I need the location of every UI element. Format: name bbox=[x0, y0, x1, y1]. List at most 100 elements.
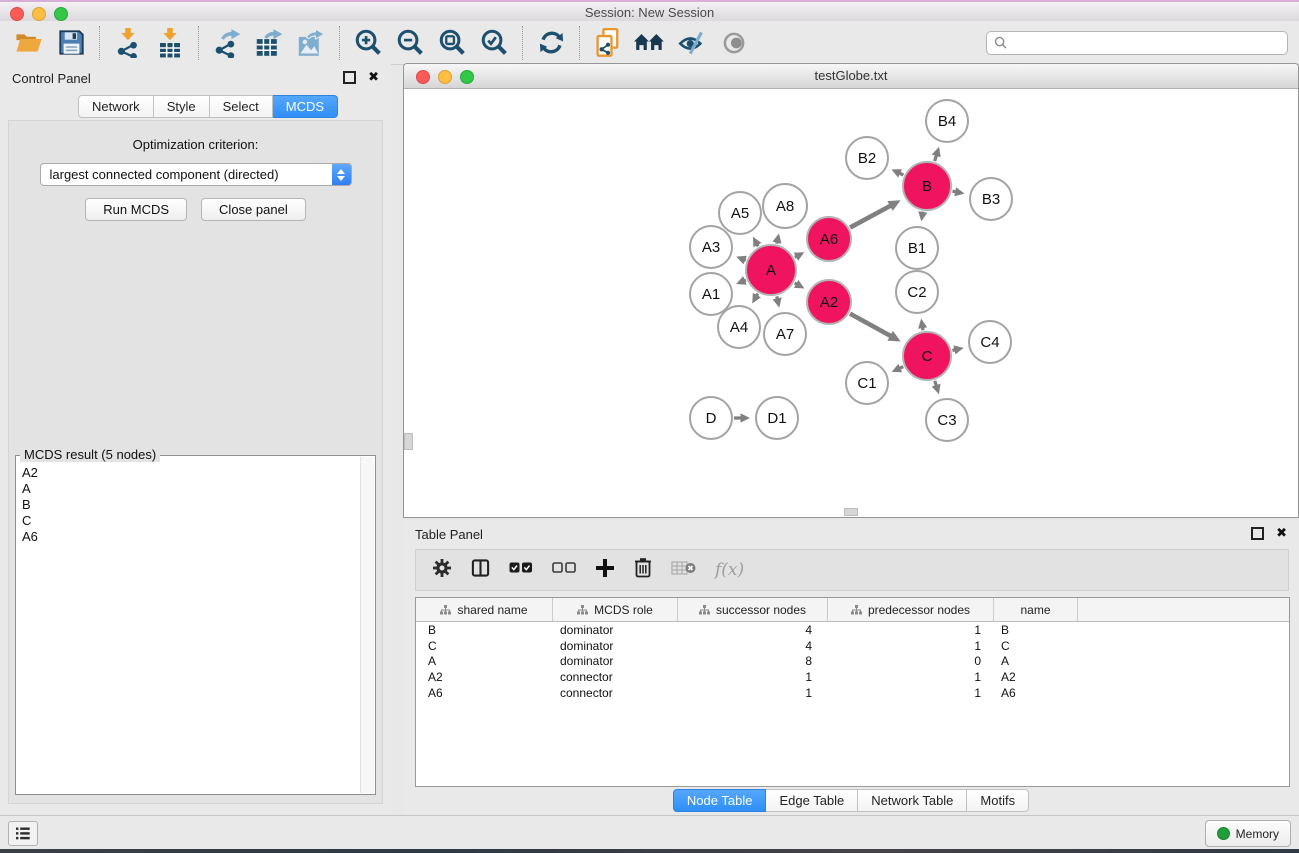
cell[interactable]: A6 bbox=[994, 686, 1078, 700]
add-column-icon[interactable] bbox=[595, 558, 615, 583]
save-session-icon[interactable] bbox=[50, 24, 92, 62]
result-list-scrollbar[interactable] bbox=[360, 457, 374, 793]
tab-style[interactable]: Style bbox=[154, 95, 210, 118]
cell[interactable]: 1 bbox=[678, 686, 828, 700]
graph-node-C3[interactable]: C3 bbox=[925, 398, 969, 442]
mcds-result-list[interactable]: A2ABCA6 bbox=[17, 465, 361, 793]
column-header-successor-nodes[interactable]: successor nodes bbox=[678, 598, 828, 621]
result-list-item[interactable]: A bbox=[17, 481, 361, 497]
graph-node-D1[interactable]: D1 bbox=[755, 396, 799, 440]
function-builder-icon[interactable]: f(x) bbox=[715, 560, 744, 580]
zoom-fit-icon[interactable] bbox=[431, 24, 473, 62]
cell[interactable]: 1 bbox=[828, 639, 994, 653]
graph-node-C1[interactable]: C1 bbox=[845, 361, 889, 405]
import-table-icon[interactable] bbox=[149, 24, 191, 62]
table-row[interactable]: Bdominator41B bbox=[416, 622, 1289, 638]
tab-select[interactable]: Select bbox=[210, 95, 273, 118]
result-list-item[interactable]: C bbox=[17, 513, 361, 529]
zoom-selected-icon[interactable] bbox=[473, 24, 515, 62]
graph-node-A[interactable]: A bbox=[745, 244, 797, 296]
graph-node-A2[interactable]: A2 bbox=[806, 279, 852, 325]
cell[interactable]: A2 bbox=[416, 670, 553, 684]
column-header-name[interactable]: name bbox=[994, 598, 1078, 621]
table-row[interactable]: A2connector11A2 bbox=[416, 669, 1289, 685]
cell[interactable]: dominator bbox=[553, 639, 678, 653]
network-canvas[interactable]: B4B2BB3A5A8A6A3AB1A1C2A2A4A7CC4C1C3DD1 bbox=[404, 89, 1298, 517]
tab-network-table[interactable]: Network Table bbox=[858, 789, 967, 812]
copy-network-icon[interactable] bbox=[587, 24, 629, 62]
tab-motifs[interactable]: Motifs bbox=[967, 789, 1029, 812]
graph-node-C[interactable]: C bbox=[902, 331, 952, 381]
graph-node-D[interactable]: D bbox=[689, 396, 733, 440]
birds-eye-view-icon[interactable] bbox=[713, 24, 755, 62]
cell[interactable]: A bbox=[994, 654, 1078, 668]
tab-mcds[interactable]: MCDS bbox=[273, 95, 338, 118]
cell[interactable]: A bbox=[416, 654, 553, 668]
table-row[interactable]: A6connector11A6 bbox=[416, 685, 1289, 701]
export-network-icon[interactable] bbox=[206, 24, 248, 62]
graph-node-A6[interactable]: A6 bbox=[806, 216, 852, 262]
tab-node-table[interactable]: Node Table bbox=[673, 789, 767, 812]
import-network-icon[interactable] bbox=[107, 24, 149, 62]
edge-A2-C[interactable] bbox=[850, 314, 891, 337]
search-field[interactable] bbox=[986, 31, 1288, 55]
cell[interactable]: A6 bbox=[416, 686, 553, 700]
cell[interactable]: 1 bbox=[828, 686, 994, 700]
graph-node-B[interactable]: B bbox=[902, 161, 952, 211]
close-panel-button[interactable]: Close panel bbox=[201, 198, 306, 221]
select-all-columns-icon[interactable] bbox=[509, 561, 533, 579]
cell[interactable]: A2 bbox=[994, 670, 1078, 684]
zoom-out-icon[interactable] bbox=[389, 24, 431, 62]
network-hscroll-thumb[interactable] bbox=[844, 508, 858, 516]
network-vscroll-thumb[interactable] bbox=[404, 433, 413, 450]
cell[interactable]: 4 bbox=[678, 639, 828, 653]
cell[interactable]: connector bbox=[553, 670, 678, 684]
table-row[interactable]: Adominator80A bbox=[416, 653, 1289, 669]
cell[interactable]: 0 bbox=[828, 654, 994, 668]
close-panel-icon[interactable]: ✖ bbox=[368, 72, 379, 83]
graph-node-A3[interactable]: A3 bbox=[689, 225, 733, 269]
graph-node-C4[interactable]: C4 bbox=[968, 320, 1012, 364]
column-layout-icon[interactable] bbox=[471, 558, 490, 583]
graph-node-A7[interactable]: A7 bbox=[763, 312, 807, 356]
export-table-icon[interactable] bbox=[248, 24, 290, 62]
export-image-icon[interactable] bbox=[290, 24, 332, 62]
run-mcds-button[interactable]: Run MCDS bbox=[85, 198, 187, 221]
memory-button[interactable]: Memory bbox=[1205, 820, 1291, 847]
home-view-icon[interactable] bbox=[629, 24, 671, 62]
table-settings-icon[interactable] bbox=[432, 558, 452, 583]
table-row[interactable]: Cdominator41C bbox=[416, 638, 1289, 654]
graph-node-B4[interactable]: B4 bbox=[925, 99, 969, 143]
column-header-predecessor-nodes[interactable]: predecessor nodes bbox=[828, 598, 994, 621]
result-list-item[interactable]: A6 bbox=[17, 529, 361, 545]
graph-node-A5[interactable]: A5 bbox=[718, 191, 762, 235]
graph-node-C2[interactable]: C2 bbox=[895, 270, 939, 314]
graph-node-B3[interactable]: B3 bbox=[969, 177, 1013, 221]
float-table-panel-icon[interactable] bbox=[1251, 527, 1264, 540]
close-table-panel-icon[interactable]: ✖ bbox=[1276, 528, 1287, 539]
cell[interactable]: 8 bbox=[678, 654, 828, 668]
deselect-all-columns-icon[interactable] bbox=[552, 561, 576, 579]
cell[interactable]: 4 bbox=[678, 623, 828, 637]
search-input[interactable] bbox=[1007, 33, 1287, 53]
result-list-item[interactable]: B bbox=[17, 497, 361, 513]
cell[interactable]: C bbox=[416, 639, 553, 653]
task-history-button[interactable] bbox=[8, 821, 38, 846]
graph-node-B1[interactable]: B1 bbox=[895, 226, 939, 270]
cell[interactable]: dominator bbox=[553, 654, 678, 668]
cell[interactable]: 1 bbox=[828, 670, 994, 684]
cell[interactable]: 1 bbox=[828, 623, 994, 637]
delete-column-icon[interactable] bbox=[634, 557, 652, 583]
open-file-icon[interactable] bbox=[8, 24, 50, 62]
result-list-item[interactable]: A2 bbox=[17, 465, 361, 481]
column-header-shared-name[interactable]: shared name bbox=[416, 598, 553, 621]
cell[interactable]: connector bbox=[553, 686, 678, 700]
show-hide-graphics-details-icon[interactable] bbox=[671, 24, 713, 62]
cell[interactable]: B bbox=[994, 623, 1078, 637]
delete-table-icon[interactable] bbox=[671, 560, 696, 581]
cell[interactable]: dominator bbox=[553, 623, 678, 637]
edge-A6-B[interactable] bbox=[850, 206, 891, 228]
cell[interactable]: C bbox=[994, 639, 1078, 653]
cell[interactable]: B bbox=[416, 623, 553, 637]
graph-node-B2[interactable]: B2 bbox=[845, 136, 889, 180]
